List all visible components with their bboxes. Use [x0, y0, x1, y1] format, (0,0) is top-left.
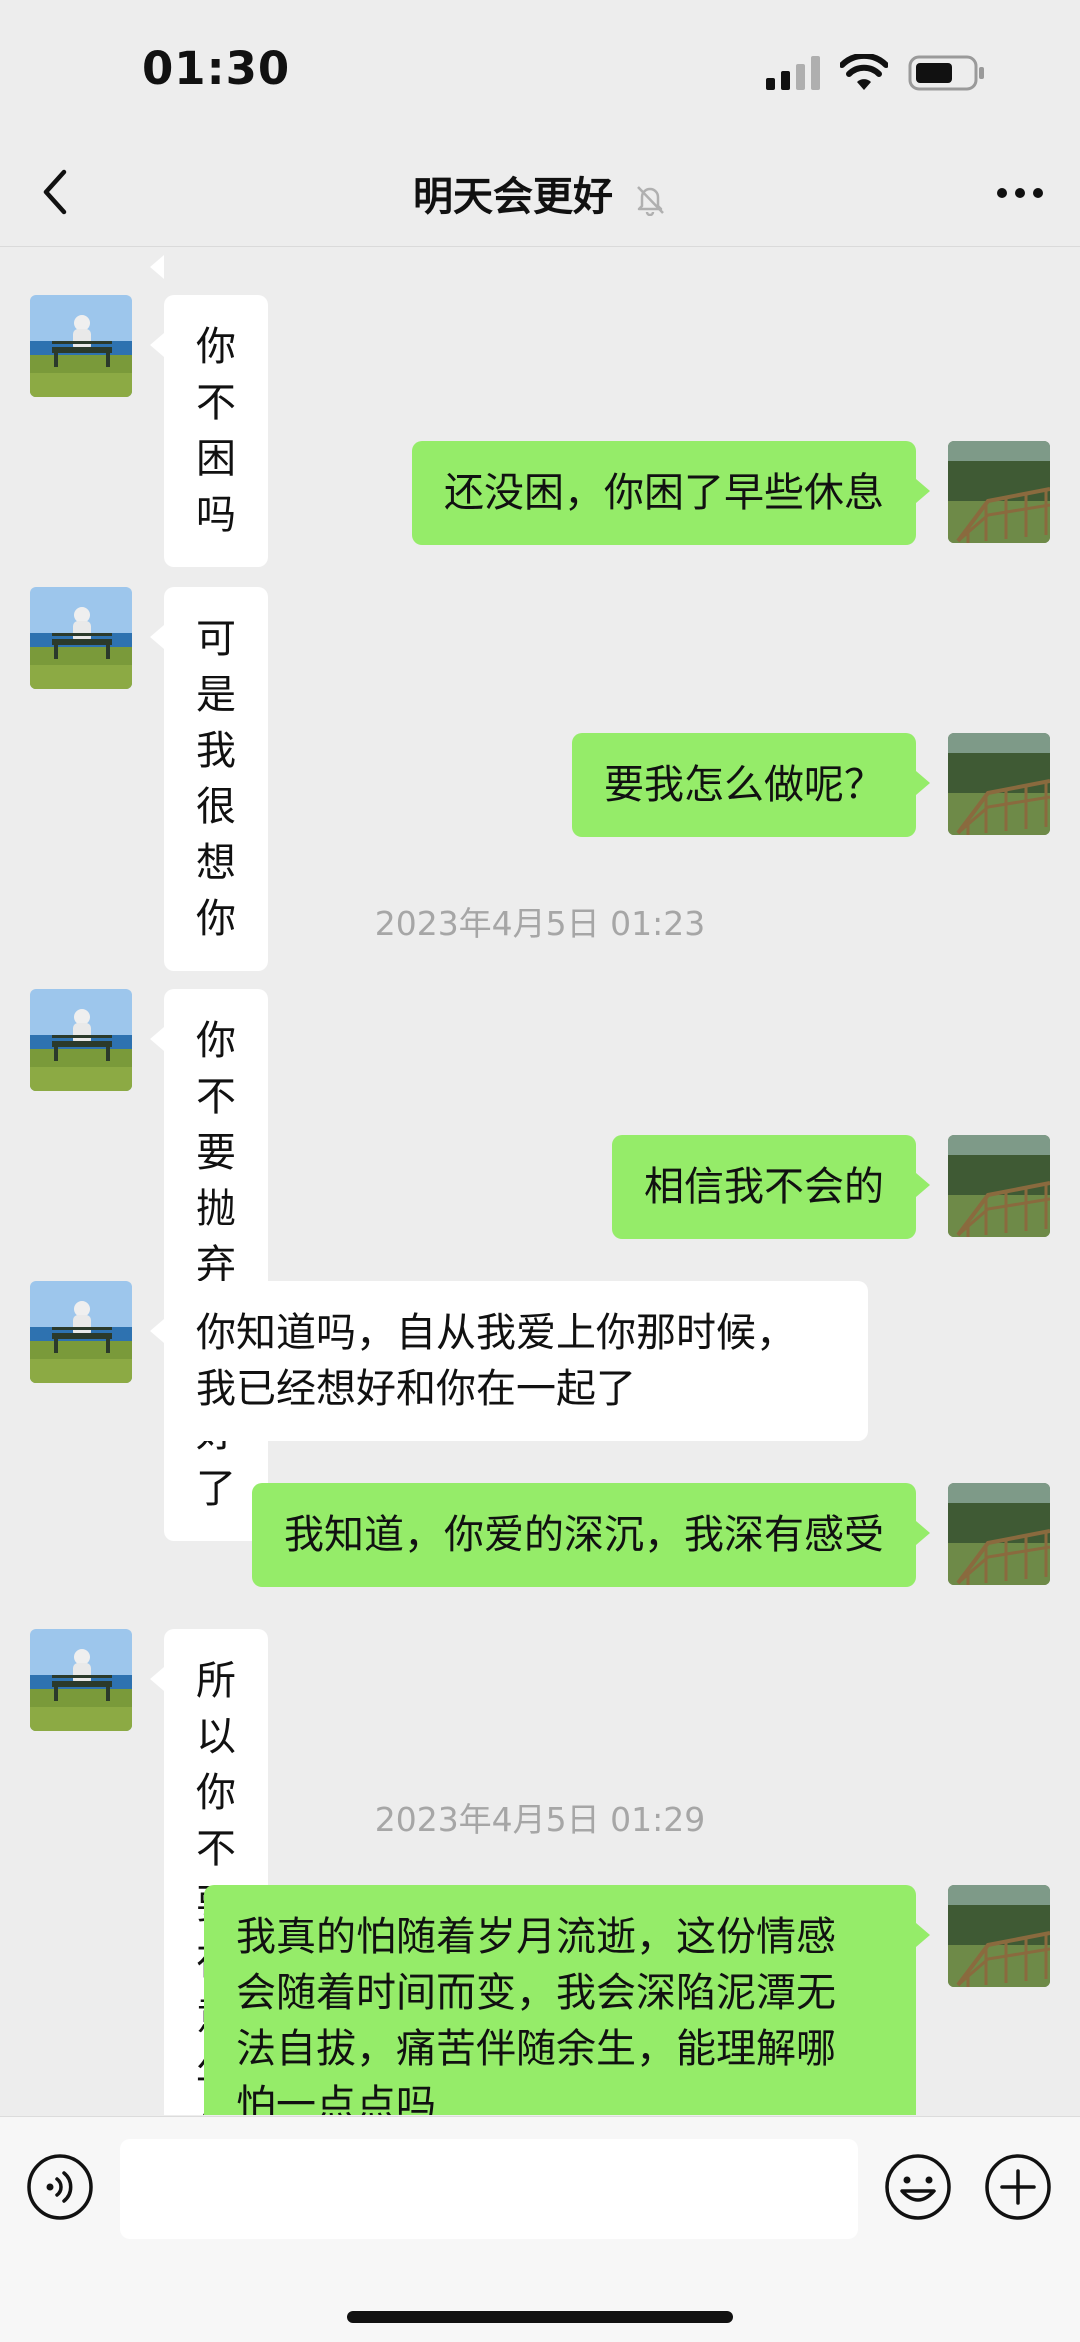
message-bubble[interactable]: 要我怎么做呢？ — [572, 733, 930, 837]
avatar-self[interactable] — [948, 1483, 1050, 1585]
plus-icon[interactable] — [984, 2153, 1052, 2221]
avatar-contact[interactable] — [30, 1281, 132, 1383]
message-bubble[interactable]: 相信我不会的 — [612, 1135, 930, 1239]
signal-icon — [766, 56, 820, 90]
message-bubble[interactable]: 你知道吗，自从我爱上你那时候， 我已经想好和你在一起了 — [150, 1281, 868, 1441]
message-bubble[interactable]: 你不要抛弃我就好了 — [150, 989, 268, 1541]
avatar-self[interactable] — [948, 441, 1050, 543]
more-icon[interactable] — [990, 168, 1050, 218]
chat-message-list[interactable]: 你不困吗 还没困，你困了早些休息 可是我很想你 要我怎么做呢？ 2023年4月5… — [0, 247, 1080, 2115]
chat-title-container: 明天会更好 — [0, 164, 1080, 222]
avatar-contact[interactable] — [30, 295, 132, 397]
message-bubble[interactable]: 我知道，你爱的深沉，我深有感受 — [252, 1483, 930, 1587]
message-input[interactable] — [120, 2139, 858, 2239]
avatar-contact[interactable] — [30, 587, 132, 689]
wifi-icon — [840, 54, 888, 90]
status-bar: 01:30 — [0, 0, 1080, 140]
timestamp-label: 2023年4月5日 01:29 — [374, 1800, 706, 1839]
avatar-contact[interactable] — [30, 1629, 132, 1731]
emoji-icon[interactable] — [884, 2153, 952, 2221]
message-bubble[interactable]: 还没困，你困了早些休息 — [412, 441, 930, 545]
mute-bell-icon — [637, 186, 664, 216]
avatar-self[interactable] — [948, 1885, 1050, 1987]
avatar-self[interactable] — [948, 733, 1050, 835]
status-time: 01:30 — [142, 42, 291, 95]
battery-icon — [908, 55, 984, 91]
home-indicator — [347, 2311, 733, 2323]
timestamp-label: 2023年4月5日 01:23 — [374, 904, 706, 943]
message-bubble[interactable]: 你不困吗 — [150, 295, 268, 567]
chat-header: 明天会更好 — [0, 140, 1080, 247]
voice-icon[interactable] — [26, 2153, 94, 2221]
message-bubble[interactable]: 我真的怕随着岁月流逝，这份情感 会随着时间而变，我会深陷泥潭无 法自拔，痛苦伴随… — [204, 1885, 930, 2115]
input-bar — [0, 2116, 1080, 2342]
avatar-self[interactable] — [948, 1135, 1050, 1237]
chat-title: 明天会更好 — [413, 174, 614, 220]
avatar-contact[interactable] — [30, 989, 132, 1091]
